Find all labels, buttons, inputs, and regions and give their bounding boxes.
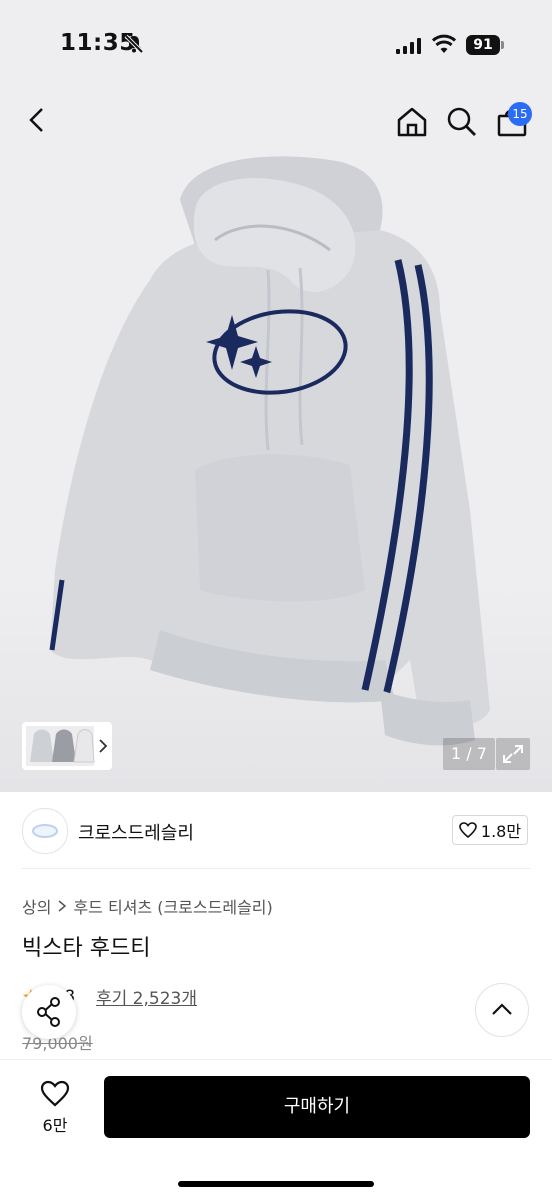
heart-outline-icon bbox=[40, 1080, 70, 1107]
battery-tip bbox=[501, 41, 504, 49]
signal-icon bbox=[396, 38, 421, 54]
thumbnail-images bbox=[26, 726, 108, 766]
share-icon bbox=[37, 997, 60, 1027]
heart-icon bbox=[459, 822, 477, 838]
brand-like-button[interactable]: 1.8만 bbox=[452, 815, 528, 845]
hoodie-image bbox=[49, 156, 490, 746]
battery-level: 91 bbox=[466, 35, 500, 55]
brand-logo[interactable] bbox=[22, 808, 68, 854]
product-image[interactable] bbox=[0, 90, 552, 792]
home-indicator bbox=[178, 1181, 374, 1187]
bell-off-icon bbox=[124, 34, 144, 54]
back-icon[interactable] bbox=[22, 104, 54, 136]
breadcrumb-category[interactable]: 상의 bbox=[22, 894, 51, 918]
breadcrumb: 상의 후드 티셔츠 (크로스드레슬리) bbox=[22, 894, 273, 918]
scroll-top-button[interactable] bbox=[475, 983, 529, 1037]
chevron-right-icon bbox=[58, 900, 67, 912]
chevron-up-icon bbox=[492, 1003, 512, 1015]
thumbnail-strip[interactable] bbox=[22, 722, 112, 770]
brand-logo-mark bbox=[32, 824, 58, 838]
search-icon[interactable] bbox=[446, 106, 478, 138]
share-button[interactable] bbox=[22, 985, 76, 1039]
wifi-icon bbox=[432, 34, 456, 53]
cart-badge: 15 bbox=[508, 102, 532, 126]
divider bbox=[22, 868, 530, 869]
image-counter: 1 / 7 bbox=[443, 738, 495, 770]
expand-icon[interactable] bbox=[496, 738, 530, 770]
breadcrumb-subcategory[interactable]: 후드 티셔츠 (크로스드레슬리) bbox=[73, 894, 272, 918]
brand-like-count: 1.8만 bbox=[480, 822, 522, 841]
buy-button[interactable]: 구매하기 bbox=[104, 1076, 530, 1138]
brand-name[interactable]: 크로스드레슬리 bbox=[78, 819, 194, 845]
product-title: 빅스타 후드티 bbox=[22, 936, 151, 961]
home-icon[interactable] bbox=[396, 106, 428, 138]
wishlist-count: 6만 bbox=[42, 1116, 68, 1135]
review-count-link[interactable]: 후기 2,523개 bbox=[96, 984, 197, 1009]
